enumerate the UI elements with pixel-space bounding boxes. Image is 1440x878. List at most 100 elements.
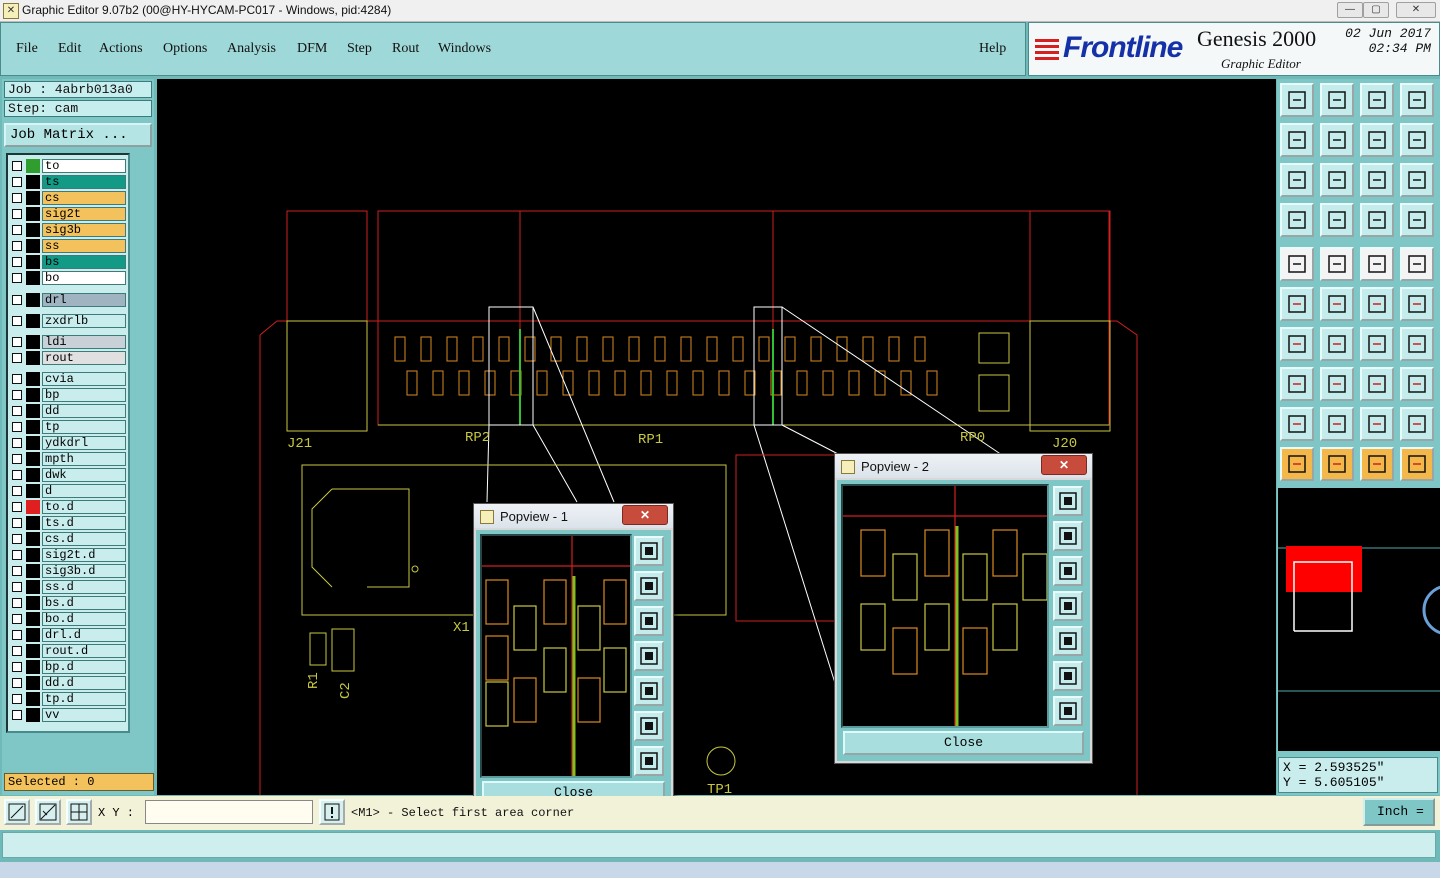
popview-2-pan-up-button[interactable] xyxy=(1053,521,1083,551)
layer-name[interactable]: mpth xyxy=(42,452,126,466)
layer-name[interactable]: drl xyxy=(42,293,126,307)
layer-row[interactable]: drl xyxy=(10,293,126,307)
layer-checkbox[interactable] xyxy=(12,518,22,528)
layer-checkbox[interactable] xyxy=(12,614,22,624)
center-tool-button[interactable] xyxy=(1320,163,1354,197)
pan-right-tool-button[interactable] xyxy=(1320,123,1354,157)
layer-color-swatch[interactable] xyxy=(26,660,40,674)
layer-row[interactable]: ss xyxy=(10,239,126,253)
layer-checkbox[interactable] xyxy=(12,241,22,251)
info-button[interactable] xyxy=(319,799,345,825)
layer-color-swatch[interactable] xyxy=(26,351,40,365)
layer-checkbox[interactable] xyxy=(12,694,22,704)
layer-color-swatch[interactable] xyxy=(26,580,40,594)
menu-options[interactable]: Options xyxy=(163,41,207,57)
graphic-canvas[interactable]: J21 RP2 RP1 RP0 J20 X1 R1 C2 TP1 xyxy=(157,79,1276,795)
layer-row[interactable]: dd.d xyxy=(10,676,126,690)
layer-row[interactable]: to xyxy=(10,159,126,173)
layer-checkbox[interactable] xyxy=(12,353,22,363)
rotate-tool-button[interactable] xyxy=(1360,327,1394,361)
layer-name[interactable]: sig3b xyxy=(42,223,126,237)
layer-color-swatch[interactable] xyxy=(26,335,40,349)
close-window-button[interactable]: ✕ xyxy=(1396,2,1436,18)
layer-row[interactable]: tp xyxy=(10,420,126,434)
popview-1-pan-up-button[interactable] xyxy=(634,571,664,601)
layer-row[interactable]: ts xyxy=(10,175,126,189)
ruler-tool-button[interactable] xyxy=(1360,247,1394,281)
layer-name[interactable]: bo xyxy=(42,271,126,285)
layer-name[interactable]: ldi xyxy=(42,335,126,349)
layer-checkbox[interactable] xyxy=(12,225,22,235)
layer-checkbox[interactable] xyxy=(12,454,22,464)
select-a-tool-button[interactable] xyxy=(1360,287,1394,321)
layer-color-swatch[interactable] xyxy=(26,596,40,610)
arc-b-tool-button[interactable] xyxy=(1320,407,1354,441)
home-tool-button[interactable] xyxy=(1360,83,1394,117)
window-tool-button[interactable] xyxy=(1400,83,1434,117)
feature-sel-tool-button[interactable] xyxy=(1280,247,1314,281)
layer-checkbox[interactable] xyxy=(12,486,22,496)
layer-color-swatch[interactable] xyxy=(26,420,40,434)
menu-actions[interactable]: Actions xyxy=(99,41,143,57)
layer-name[interactable]: ss.d xyxy=(42,580,126,594)
layer-row[interactable]: ldi xyxy=(10,335,126,349)
layer-name[interactable]: cs xyxy=(42,191,126,205)
arc-d-tool-button[interactable] xyxy=(1400,407,1434,441)
layer-row[interactable]: vv xyxy=(10,708,126,722)
layer-checkbox[interactable] xyxy=(12,470,22,480)
layer-name[interactable]: cs.d xyxy=(42,532,126,546)
layer-name[interactable]: ts.d xyxy=(42,516,126,530)
layer-checkbox[interactable] xyxy=(12,566,22,576)
layer-row[interactable]: sig3b.d xyxy=(10,564,126,578)
angle-tool-button[interactable] xyxy=(1280,327,1314,361)
layer-checkbox[interactable] xyxy=(12,678,22,688)
layer-name[interactable]: bp xyxy=(42,388,126,402)
matrix-b-tool-button[interactable] xyxy=(1400,203,1434,237)
layer-row[interactable]: bp.d xyxy=(10,660,126,674)
layer-row[interactable]: d xyxy=(10,484,126,498)
popview-2-fit-button[interactable] xyxy=(1053,486,1083,516)
layer-checkbox[interactable] xyxy=(12,438,22,448)
popview-2-window[interactable]: Popview - 2 ✕ Close xyxy=(834,453,1093,764)
layer-color-swatch[interactable] xyxy=(26,404,40,418)
arc-c-tool-button[interactable] xyxy=(1360,407,1394,441)
layer-color-swatch[interactable] xyxy=(26,452,40,466)
layer-color-swatch[interactable] xyxy=(26,293,40,307)
move-tool-button[interactable] xyxy=(1320,367,1354,401)
menu-windows[interactable]: Windows xyxy=(438,41,491,57)
group-tool-button[interactable] xyxy=(1400,367,1434,401)
layer-name[interactable]: tp.d xyxy=(42,692,126,706)
snap-tool-button[interactable] xyxy=(1400,123,1434,157)
arc-a-tool-button[interactable] xyxy=(1280,407,1314,441)
layer-row[interactable]: bo.d xyxy=(10,612,126,626)
popview-1-pan-down-button[interactable] xyxy=(634,606,664,636)
layer-color-swatch[interactable] xyxy=(26,692,40,706)
scale-tool-button[interactable] xyxy=(1360,163,1394,197)
mirror-tool-button[interactable] xyxy=(1360,123,1394,157)
layer-name[interactable]: ts xyxy=(42,175,126,189)
layer-color-swatch[interactable] xyxy=(26,388,40,402)
layer-name[interactable]: to xyxy=(42,159,126,173)
snap-a-tool-button[interactable] xyxy=(1280,367,1314,401)
layer-name[interactable]: to.d xyxy=(42,500,126,514)
layer-row[interactable]: rout.d xyxy=(10,644,126,658)
popview-2-close-x[interactable]: ✕ xyxy=(1041,455,1087,475)
units-selector[interactable]: Inch = xyxy=(1363,798,1435,826)
layer-row[interactable]: zxdrlb xyxy=(10,314,126,328)
popview-1-window[interactable]: Popview - 1 ✕ Close xyxy=(473,503,674,814)
popview-1-titlebar[interactable]: Popview - 1 ✕ xyxy=(474,504,673,528)
layer-row[interactable]: bo xyxy=(10,271,126,285)
popview-1-pan-left-button[interactable] xyxy=(634,641,664,671)
layer-row[interactable]: dwk xyxy=(10,468,126,482)
matrix-a-tool-button[interactable] xyxy=(1360,203,1394,237)
layer-row[interactable]: cvia xyxy=(10,372,126,386)
layer-checkbox[interactable] xyxy=(12,550,22,560)
layer-up-tool-button[interactable] xyxy=(1280,83,1314,117)
layer-checkbox[interactable] xyxy=(12,257,22,267)
layer-checkbox[interactable] xyxy=(12,337,22,347)
layer-color-swatch[interactable] xyxy=(26,372,40,386)
layer-color-swatch[interactable] xyxy=(26,708,40,722)
popview-1-fit-button[interactable] xyxy=(634,536,664,566)
maximize-button[interactable]: ▢ xyxy=(1363,2,1389,18)
layer-checkbox[interactable] xyxy=(12,598,22,608)
